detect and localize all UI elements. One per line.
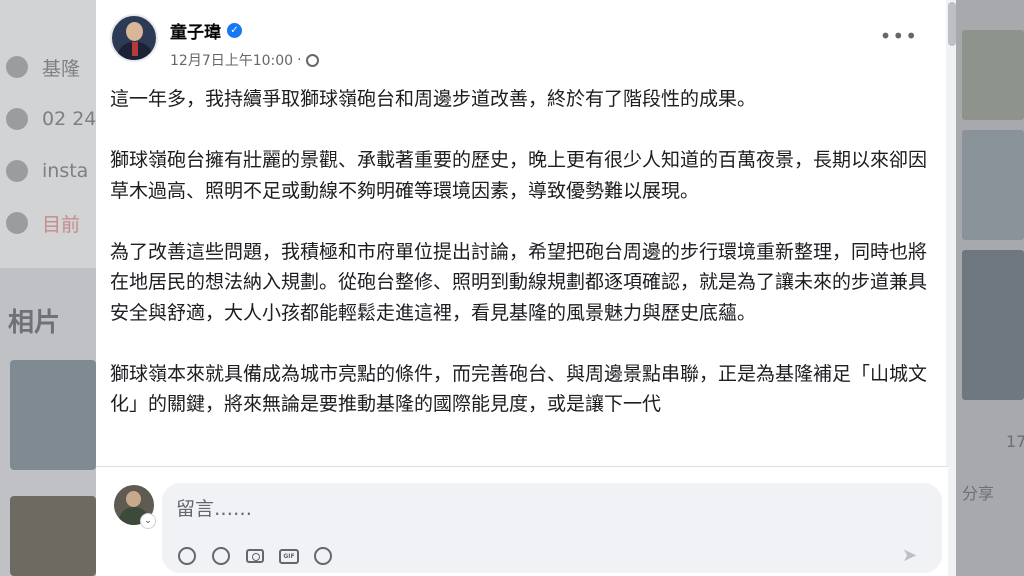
post-modal: 童子瑋 ✓ 12月7日上午10:00 · ••• 這一年多，我持續爭取獅球嶺砲台… bbox=[96, 0, 956, 576]
comment-input[interactable] bbox=[176, 495, 876, 523]
avatar-head bbox=[126, 22, 143, 41]
background-link-row: insta bbox=[6, 156, 88, 186]
emoji-icon[interactable] bbox=[210, 545, 232, 567]
comment-box[interactable]: GIF ➤ bbox=[162, 483, 942, 573]
clock-icon bbox=[6, 212, 28, 234]
post-header: 童子瑋 ✓ 12月7日上午10:00 · ••• bbox=[110, 14, 930, 74]
scrollbar-thumb[interactable] bbox=[948, 2, 956, 46]
background-photo-strip bbox=[962, 130, 1024, 240]
avatar-tie bbox=[132, 42, 138, 56]
gif-label: GIF bbox=[279, 548, 299, 564]
background-location-text: 基隆 bbox=[42, 57, 81, 80]
background-photo-thumb bbox=[10, 360, 96, 470]
author-avatar[interactable] bbox=[110, 14, 158, 62]
background-reaction-count: 17 bbox=[1006, 432, 1024, 451]
post-paragraph: 為了改善這些問題，我積極和市府單位提出討論，希望把砲台周邊的步行環境重新整理，同… bbox=[110, 240, 928, 324]
post-body: 這一年多，我持續爭取獅球嶺砲台和周邊步道改善，終於有了階段性的成果。 獅球嶺砲台… bbox=[110, 84, 936, 466]
globe-icon bbox=[305, 53, 319, 67]
chevron-down-icon[interactable]: ⌄ bbox=[140, 513, 156, 529]
link-icon bbox=[6, 160, 28, 182]
comment-composer: ⌄ GIF ➤ bbox=[96, 467, 948, 576]
post-paragraph: 獅球嶺本來就具備成為城市亮點的條件，而完善砲台、與周邊景點串聯，正是為基隆補足「… bbox=[110, 362, 928, 416]
send-icon[interactable]: ➤ bbox=[902, 545, 924, 567]
user-avatar-face bbox=[126, 491, 141, 507]
background-photo-thumb bbox=[10, 496, 96, 576]
post-paragraph: 這一年多，我持續爭取獅球嶺砲台和周邊步道改善，終於有了階段性的成果。 bbox=[110, 88, 757, 110]
post-timestamp[interactable]: 12月7日上午10:00 · bbox=[170, 50, 319, 70]
post-paragraph: 獅球嶺砲台擁有壯麗的景觀、承載著重要的歷史，晚上更有很少人知道的百萬夜景，長期以… bbox=[110, 149, 928, 202]
post-time-text[interactable]: 12月7日上午10:00 bbox=[170, 50, 293, 70]
avatar-sticker-icon[interactable] bbox=[176, 545, 198, 567]
background-location-row: 基隆 bbox=[6, 52, 80, 82]
camera-icon[interactable] bbox=[244, 545, 266, 567]
gif-icon[interactable]: GIF bbox=[278, 545, 300, 567]
background-photo-strip bbox=[962, 30, 1024, 120]
background-right-panel: 17 分享 bbox=[948, 0, 1024, 576]
background-photos-title: 相片 bbox=[8, 308, 61, 338]
background-left-panel: 基隆 02 24 insta 目前 相片 bbox=[0, 0, 96, 576]
location-icon bbox=[6, 56, 28, 78]
background-share-label: 分享 bbox=[962, 484, 995, 503]
background-hours-row: 目前 bbox=[6, 208, 80, 238]
more-options-icon[interactable]: ••• bbox=[880, 24, 918, 48]
verified-badge-icon: ✓ bbox=[227, 23, 242, 38]
background-photo-strip bbox=[962, 250, 1024, 400]
background-link-text: insta bbox=[42, 160, 89, 182]
sticker-icon[interactable] bbox=[312, 545, 334, 567]
author-name[interactable]: 童子瑋 ✓ bbox=[170, 18, 242, 43]
phone-icon bbox=[6, 108, 28, 130]
author-name-text[interactable]: 童子瑋 bbox=[170, 18, 221, 43]
time-separator: · bbox=[297, 52, 302, 68]
comment-tools: GIF bbox=[176, 545, 334, 567]
background-hours-text: 目前 bbox=[42, 213, 81, 236]
background-phone-row: 02 24 bbox=[6, 104, 96, 134]
background-phone-text: 02 24 bbox=[42, 108, 96, 130]
